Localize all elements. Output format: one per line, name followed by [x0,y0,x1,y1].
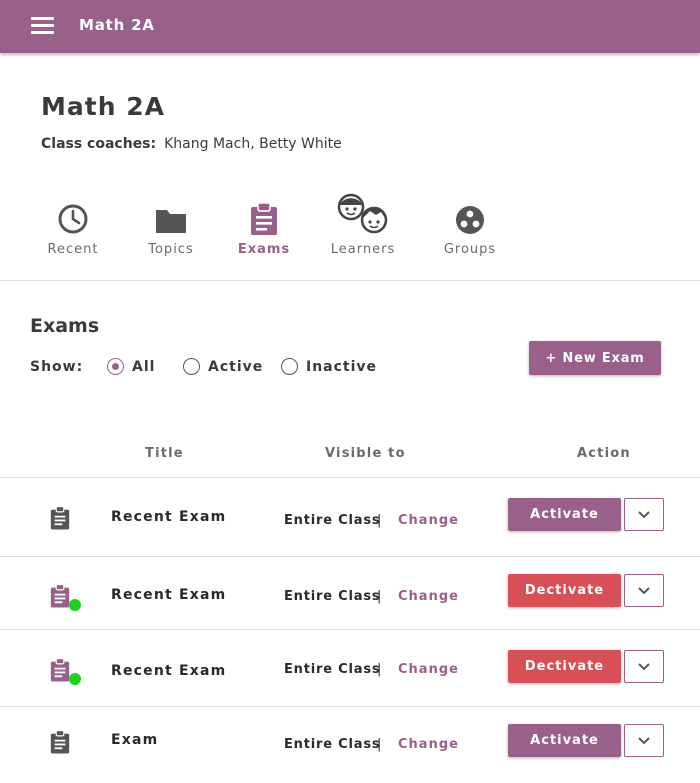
chevron-down-icon [638,736,650,744]
exam-clipboard-icon [47,505,73,531]
change-visibility-link[interactable]: Change [398,513,459,528]
filter-active-label: Active [208,358,264,375]
tab-groups[interactable]: Groups [425,192,515,257]
change-visibility-link[interactable]: Change [398,662,459,677]
radio-unchecked-icon [183,358,200,375]
active-status-dot [69,673,81,685]
tab-learners[interactable]: Learners [318,192,408,257]
tab-recent-label: Recent [47,242,99,257]
tab-topics[interactable]: Topics [126,192,216,257]
change-visibility-link[interactable]: Change [398,589,459,604]
chevron-down-icon [638,662,650,670]
separator: | [377,737,382,752]
visible-to-value: Entire Class [284,513,381,528]
chevron-down-icon [638,586,650,594]
action-dropdown-button[interactable] [624,650,664,683]
activate-button[interactable]: Activate [508,498,621,531]
column-header-action: Action [577,446,631,461]
filter-active-radio[interactable]: Active [183,358,263,375]
separator: | [377,589,382,604]
filter-inactive-label: Inactive [306,358,378,375]
table-row: Recent Exam Entire Class | Change Dectiv… [0,557,700,629]
column-header-visible-to: Visible to [325,446,406,461]
table-row: Recent Exam Entire Class | Change Dectiv… [0,630,700,706]
action-dropdown-button[interactable] [624,498,664,531]
filter-all-radio[interactable]: All [107,358,155,375]
clock-icon [58,204,88,234]
table-row: Recent Exam Entire Class | Change Activa… [0,478,700,556]
column-header-title: Title [145,446,184,461]
filter-inactive-radio[interactable]: Inactive [281,358,377,375]
exam-title[interactable]: Recent Exam [111,509,226,525]
coaches-value: Khang Mach, Betty White [164,136,342,152]
radio-checked-icon [107,358,124,375]
table-row: Exam Entire Class | Change Activate [0,707,700,783]
activate-button[interactable]: Activate [508,724,621,757]
tab-exams-label: Exams [237,242,291,257]
tab-exams[interactable]: Exams [219,192,309,257]
app-bar-title: Math 2A [79,16,155,34]
radio-unchecked-icon [281,358,298,375]
exam-clipboard-icon [47,657,81,685]
show-filter-label: Show: [30,359,84,375]
coaches-label: Class coaches: [41,136,157,152]
people-icon [337,193,388,234]
exam-title[interactable]: Exam [111,732,158,748]
exam-clipboard-icon [47,729,73,755]
menu-icon[interactable] [31,17,55,35]
action-dropdown-button[interactable] [624,724,664,757]
chevron-down-icon [638,510,650,518]
change-visibility-link[interactable]: Change [398,737,459,752]
clipboard-icon [251,202,277,235]
tab-topics-label: Topics [148,242,194,257]
groups-icon [456,206,484,234]
app-bar: Math 2A [0,0,700,53]
section-divider [0,280,700,281]
filter-all-label: All [132,358,156,375]
folder-icon [156,210,186,233]
visible-to-value: Entire Class [284,737,381,752]
class-coaches: Class coaches: Khang Mach, Betty White [41,136,342,152]
exam-clipboard-icon [47,583,81,611]
exam-title[interactable]: Recent Exam [111,587,226,603]
visible-to-value: Entire Class [284,662,381,677]
deactivate-button[interactable]: Dectivate [508,574,621,607]
active-status-dot [69,599,81,611]
deactivate-button[interactable]: Dectivate [508,650,621,683]
separator: | [377,662,382,677]
action-dropdown-button[interactable] [624,574,664,607]
visible-to-value: Entire Class [284,589,381,604]
tab-learners-label: Learners [330,242,396,257]
new-exam-button[interactable]: + New Exam [529,341,661,375]
tab-recent[interactable]: Recent [28,192,118,257]
separator: | [377,513,382,528]
tab-groups-label: Groups [443,242,497,257]
section-title: Exams [30,315,100,337]
page-title: Math 2A [41,92,165,121]
exam-title[interactable]: Recent Exam [111,663,226,679]
